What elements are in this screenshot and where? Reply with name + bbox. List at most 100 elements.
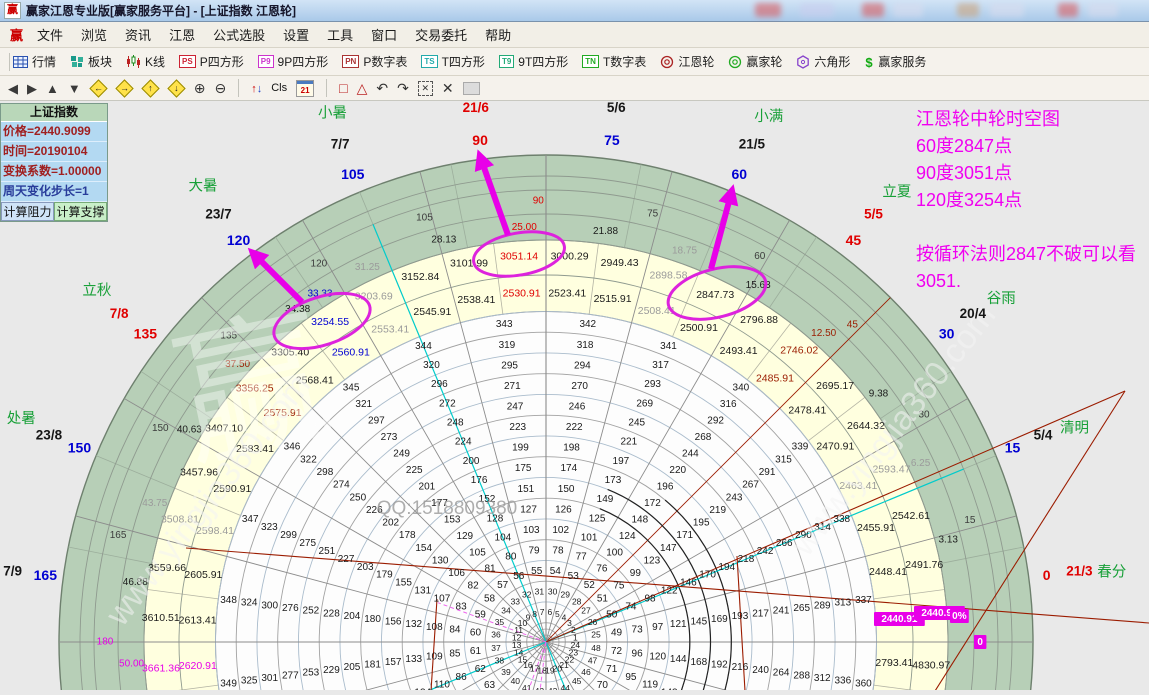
9p-square-icon: P9 bbox=[258, 55, 274, 68]
analysis-annotation: 江恩轮中轮时空图60度2847点90度3051点120度3254点 按循环法则2… bbox=[916, 106, 1149, 295]
toolbar-item-2[interactable]: K线 bbox=[126, 53, 165, 70]
wheel-label: 198 bbox=[563, 443, 580, 454]
wheel-label: 174 bbox=[560, 463, 577, 474]
wheel-label: 39 bbox=[501, 667, 511, 677]
degree-label: 45 bbox=[846, 232, 862, 248]
wheel-label: 154 bbox=[415, 543, 432, 554]
nav-up-icon[interactable]: ▲ bbox=[46, 82, 59, 95]
menu-item-6[interactable]: 工具 bbox=[327, 25, 353, 44]
menu-item-3[interactable]: 江恩 bbox=[169, 25, 195, 44]
t-table-icon: TN bbox=[582, 55, 599, 68]
toolbar-item-7[interactable]: T99T四方形 bbox=[499, 53, 568, 70]
date-label: 5/5 bbox=[864, 207, 883, 222]
toolbar-item-8[interactable]: TNT数字表 bbox=[582, 53, 646, 70]
wheel-label: 5 bbox=[555, 609, 560, 619]
toolbar-item-3[interactable]: PSP四方形 bbox=[179, 53, 244, 70]
pan-up-icon[interactable]: ↑ bbox=[141, 79, 159, 97]
wheel-label: 109 bbox=[426, 651, 443, 662]
toolbar-item-1[interactable]: 板块 bbox=[70, 53, 112, 70]
wheel-label: 201 bbox=[419, 481, 436, 492]
annotation-line bbox=[916, 214, 1149, 241]
wheel-label: 204 bbox=[344, 611, 361, 622]
wheel-label: 3 bbox=[567, 618, 572, 628]
drawing-toolbar: ◀▶▲▼←→↑↓⊕⊖↑↓Cls21□△↶↷✕✕ bbox=[0, 76, 1149, 101]
degree-label: 60 bbox=[731, 166, 747, 182]
pan-left-icon[interactable]: ← bbox=[89, 79, 107, 97]
wheel-label: 264 bbox=[773, 668, 790, 679]
wheel-label: 3.13 bbox=[938, 534, 958, 545]
toolbar-item-12[interactable]: $赢家服务 bbox=[864, 53, 926, 70]
wheel-label: 149 bbox=[597, 494, 614, 505]
wheel-label: 205 bbox=[344, 662, 361, 673]
toolbar-item-11[interactable]: 六角形 bbox=[796, 53, 850, 70]
zoom-in-icon[interactable]: ⊕ bbox=[194, 81, 206, 95]
wheel-label: 123 bbox=[643, 555, 660, 566]
menu-item-5[interactable]: 设置 bbox=[283, 25, 309, 44]
wheel-label: 2491.76 bbox=[905, 559, 943, 571]
calendar-icon[interactable]: 21 bbox=[296, 80, 314, 97]
wheel-label: 8 bbox=[532, 609, 537, 619]
toolbar-item-6[interactable]: TST四方形 bbox=[421, 53, 485, 70]
cls-button[interactable]: Cls bbox=[271, 82, 287, 94]
wheel-label: 104 bbox=[495, 533, 512, 544]
menu-item-1[interactable]: 浏览 bbox=[81, 25, 107, 44]
menu-item-4[interactable]: 公式选股 bbox=[213, 25, 265, 44]
wheel-label: 30 bbox=[548, 586, 558, 596]
menu-item-7[interactable]: 窗口 bbox=[371, 25, 397, 44]
wheel-label: 341 bbox=[660, 341, 677, 352]
menu-item-2[interactable]: 资讯 bbox=[125, 25, 151, 44]
wheel-label: 337 bbox=[855, 595, 872, 606]
wheel-label: 130 bbox=[432, 555, 449, 566]
wheel-label: 195 bbox=[693, 518, 710, 529]
toolbar-item-9[interactable]: 江恩轮 bbox=[660, 53, 714, 70]
winner-service-icon: $ bbox=[864, 55, 874, 69]
toolbar-item-4[interactable]: P99P四方形 bbox=[258, 53, 328, 70]
updown-marker-icon[interactable]: ↑↓ bbox=[251, 79, 262, 97]
calc-support-button[interactable]: 计算支撑 bbox=[54, 202, 107, 221]
toolbar-item-0[interactable]: 行情 bbox=[13, 53, 56, 70]
date-label: 7/9 bbox=[3, 563, 22, 578]
toolbar-item-label: P四方形 bbox=[200, 53, 244, 70]
wheel-label: 145 bbox=[690, 617, 707, 628]
pan-down-icon[interactable]: ↓ bbox=[167, 79, 185, 97]
select-box-icon[interactable]: ✕ bbox=[418, 81, 433, 96]
wheel-label: 107 bbox=[434, 594, 451, 605]
menu-item-9[interactable]: 帮助 bbox=[485, 25, 511, 44]
menu-bar: 赢 文件浏览资讯江恩公式选股设置工具窗口交易委托帮助 bbox=[0, 22, 1149, 48]
wheel-label: 57 bbox=[497, 580, 509, 591]
wheel-label: 148 bbox=[631, 514, 648, 525]
zoom-out-icon[interactable]: ⊖ bbox=[214, 81, 226, 95]
crosshair-icon[interactable]: ✕ bbox=[442, 81, 454, 95]
calc-resistance-button[interactable]: 计算阻力 bbox=[1, 202, 54, 221]
menu-logo-icon: 赢 bbox=[10, 25, 23, 44]
rotate-left-icon[interactable]: ↶ bbox=[376, 81, 388, 95]
toolbar-item-5[interactable]: PNP数字表 bbox=[342, 53, 407, 70]
wheel-label: 269 bbox=[636, 398, 653, 409]
pan-right-icon[interactable]: → bbox=[115, 79, 133, 97]
wheel-label: 2542.61 bbox=[892, 510, 930, 522]
wheel-label: 2560.91 bbox=[332, 346, 370, 358]
wheel-label: 200 bbox=[463, 456, 480, 467]
watermark-qq: QQ:1518809380 bbox=[377, 498, 518, 519]
wheel-label: 193 bbox=[732, 611, 749, 622]
nav-left-icon[interactable]: ◀ bbox=[8, 82, 18, 95]
menu-item-8[interactable]: 交易委托 bbox=[415, 25, 467, 44]
rotate-right-icon[interactable]: ↷ bbox=[397, 81, 409, 95]
wheel-label: 240 bbox=[752, 665, 769, 676]
wheel-label: 53 bbox=[568, 571, 580, 582]
wheel-label: 24 bbox=[571, 640, 581, 650]
highlight-box-value: 0 bbox=[977, 637, 983, 648]
wheel-label: 47 bbox=[588, 656, 598, 666]
nav-right-icon[interactable]: ▶ bbox=[27, 82, 37, 95]
wheel-label: 155 bbox=[395, 578, 412, 589]
toolbar-item-10[interactable]: 赢家轮 bbox=[728, 53, 782, 70]
menu-item-0[interactable]: 文件 bbox=[37, 25, 63, 44]
nav-down-icon[interactable]: ▼ bbox=[68, 82, 81, 95]
rect-tool-icon[interactable]: □ bbox=[339, 81, 347, 95]
toolbar-item-label: P数字表 bbox=[363, 53, 407, 70]
wheel-label: 3661.36 bbox=[142, 663, 180, 675]
triangle-tool-icon[interactable]: △ bbox=[357, 81, 368, 95]
wheel-label: 85 bbox=[449, 649, 461, 660]
wheel-label: 72 bbox=[611, 646, 623, 657]
printer-icon[interactable] bbox=[463, 82, 480, 95]
